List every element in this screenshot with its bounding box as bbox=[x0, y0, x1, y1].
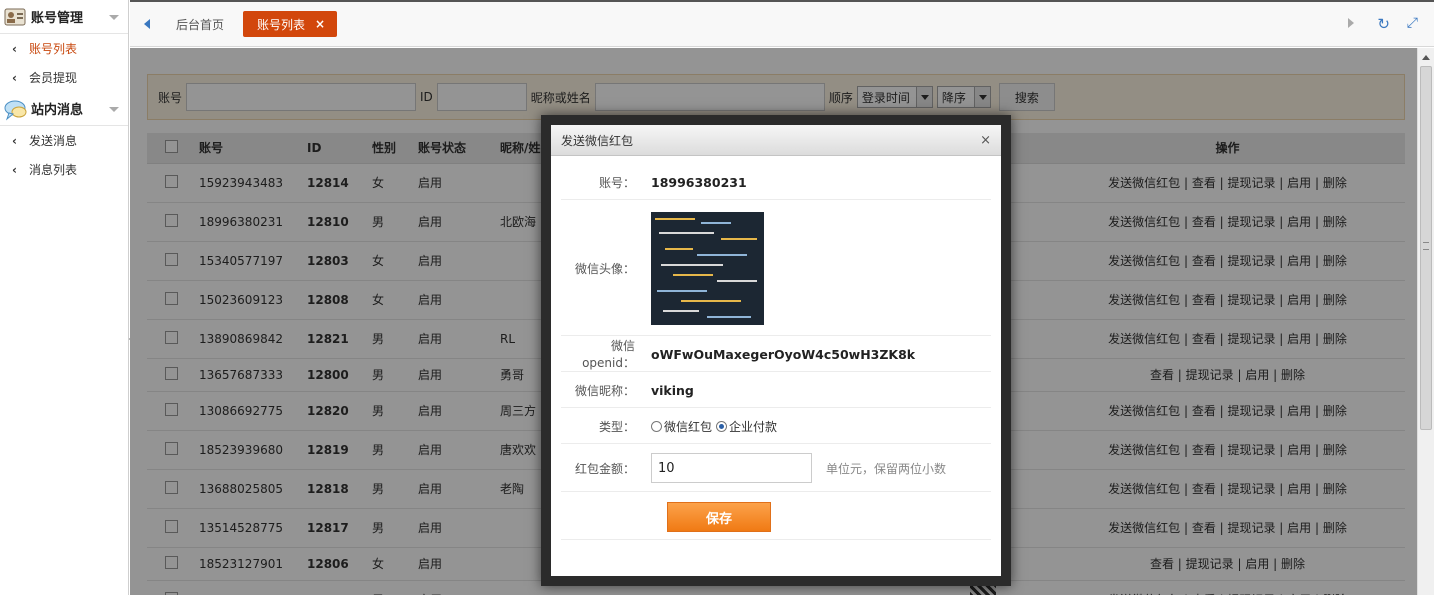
chevron-left-icon: ‹ bbox=[12, 41, 17, 56]
sidebar-item-send-message[interactable]: ‹ 发送消息 bbox=[0, 126, 128, 155]
sidebar-item-account-list[interactable]: ‹ 账号列表 bbox=[0, 34, 128, 63]
amount-row: 红包金额： 10 单位元，保留两位小数 bbox=[561, 445, 991, 492]
chevron-down-icon[interactable] bbox=[109, 15, 119, 20]
chevron-left-icon: ‹ bbox=[12, 162, 17, 177]
tab-bar: 后台首页 账号列表 × ↻ ⤢ bbox=[130, 0, 1434, 47]
fullscreen-icon[interactable]: ⤢ bbox=[1407, 15, 1418, 31]
account-label: 账号： bbox=[598, 175, 635, 190]
type-radio-wechat[interactable]: 微信红包 bbox=[651, 418, 712, 435]
nickname-value: viking bbox=[651, 382, 694, 398]
sidebar-item-member-withdraw[interactable]: ‹ 会员提现 bbox=[0, 63, 128, 92]
radio-checked-icon bbox=[716, 420, 728, 432]
contacts-card-icon bbox=[4, 7, 26, 27]
amount-hint: 单位元，保留两位小数 bbox=[826, 461, 947, 476]
account-row: 账号： 18996380231 bbox=[561, 165, 991, 200]
sidebar-group-messages[interactable]: 站内消息 bbox=[0, 92, 128, 126]
openid-value: oWFwOuMaxegerOyoW4c50wH3ZK8k bbox=[651, 346, 916, 362]
type-option-label: 微信红包 bbox=[664, 419, 713, 434]
avatar-row: 微信头像： bbox=[561, 201, 991, 336]
grip-icon bbox=[1423, 242, 1429, 250]
type-row: 类型： 微信红包 企业付款 bbox=[561, 409, 991, 444]
tab-scroll-left-icon[interactable] bbox=[144, 19, 150, 29]
sidebar: 账号管理 ‹ 账号列表 ‹ 会员提现 站内消息 ‹ 发送消息 ‹ 消息列表 bbox=[0, 0, 129, 595]
dialog-title: 发送微信红包 bbox=[561, 133, 634, 148]
close-icon[interactable]: × bbox=[980, 133, 991, 148]
scroll-up-icon[interactable] bbox=[1422, 55, 1430, 60]
chat-bubble-icon bbox=[4, 99, 27, 121]
dialog-titlebar[interactable]: 发送微信红包 × bbox=[551, 125, 1001, 156]
chevron-down-icon[interactable] bbox=[109, 107, 119, 112]
send-redpacket-dialog: 发送微信红包 × 账号： 18996380231 微信头像： 微信openid：… bbox=[541, 115, 1011, 586]
type-radio-enterprise[interactable]: 企业付款 bbox=[716, 418, 777, 435]
type-label: 类型： bbox=[598, 419, 635, 434]
openid-row: 微信openid： oWFwOuMaxegerOyoW4c50wH3ZK8k bbox=[561, 337, 991, 372]
amount-input[interactable]: 10 bbox=[651, 453, 812, 483]
save-row bbox=[561, 493, 991, 540]
sidebar-group-account[interactable]: 账号管理 bbox=[0, 0, 128, 34]
sidebar-item-label: 会员提现 bbox=[28, 71, 77, 85]
scrollbar[interactable] bbox=[1417, 48, 1434, 595]
sidebar-group-title: 账号管理 bbox=[31, 11, 84, 26]
type-option-label: 企业付款 bbox=[729, 419, 778, 434]
tab-scroll-right-icon[interactable] bbox=[1348, 18, 1354, 28]
openid-label: 微信openid： bbox=[582, 339, 635, 370]
sidebar-group-title: 站内消息 bbox=[31, 103, 84, 118]
radio-icon bbox=[651, 420, 662, 432]
amount-label: 红包金额： bbox=[574, 461, 635, 476]
chevron-left-icon: ‹ bbox=[12, 133, 17, 148]
sidebar-item-label: 账号列表 bbox=[28, 42, 77, 56]
tab-label: 账号列表 bbox=[257, 17, 306, 32]
close-icon[interactable]: × bbox=[315, 17, 325, 31]
nickname-label: 微信昵称： bbox=[574, 383, 635, 398]
tab-home[interactable]: 后台首页 bbox=[176, 16, 224, 33]
sidebar-item-message-list[interactable]: ‹ 消息列表 bbox=[0, 155, 128, 184]
tab-account-list[interactable]: 账号列表 × bbox=[243, 11, 338, 37]
sidebar-item-label: 发送消息 bbox=[28, 134, 77, 148]
account-value: 18996380231 bbox=[651, 174, 747, 190]
chevron-left-icon: ‹ bbox=[12, 70, 17, 85]
sidebar-item-label: 消息列表 bbox=[28, 163, 77, 177]
nickname-row: 微信昵称： viking bbox=[561, 373, 991, 408]
avatar-label: 微信头像： bbox=[574, 261, 635, 276]
save-button[interactable]: 保存 bbox=[667, 502, 771, 532]
refresh-icon[interactable]: ↻ bbox=[1377, 15, 1390, 33]
avatar-image bbox=[651, 211, 764, 325]
